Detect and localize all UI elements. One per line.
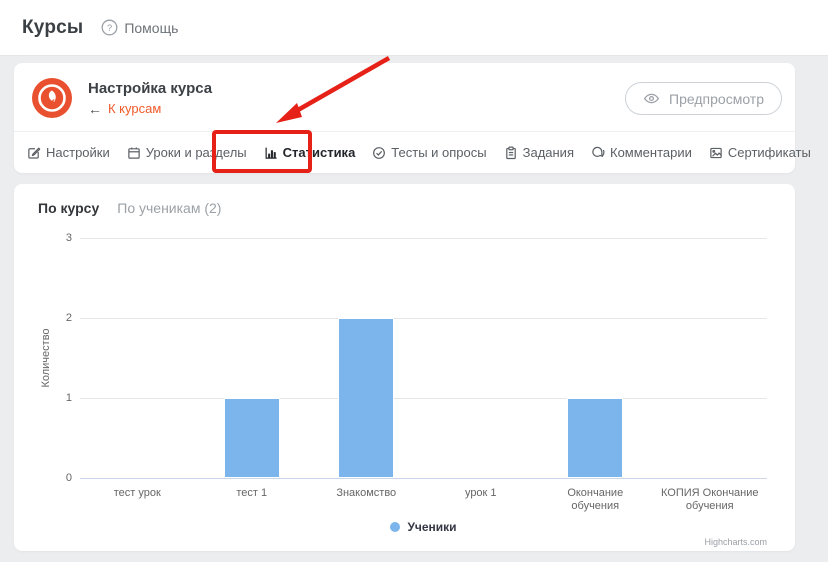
tab-lessons[interactable]: Уроки и разделы xyxy=(127,145,247,160)
top-header: Курсы ? Помощь xyxy=(0,0,828,56)
course-avatar xyxy=(32,78,72,118)
gridline xyxy=(80,478,767,479)
preview-button[interactable]: Предпросмотр xyxy=(625,82,782,115)
bar-chart-icon xyxy=(264,146,278,160)
help-label: Помощь xyxy=(124,20,178,36)
x-category-label: тест урок xyxy=(80,487,195,500)
back-to-courses-link[interactable]: ← К курсам xyxy=(88,101,212,117)
x-category-label: тест 1 xyxy=(195,487,310,500)
y-tick-label: 3 xyxy=(14,232,72,244)
back-link-label: К курсам xyxy=(108,101,161,116)
view-tab-by-students[interactable]: По ученикам (2) xyxy=(117,200,221,216)
course-settings-card: Настройка курса ← К курсам Предпросмотр … xyxy=(14,63,795,173)
y-tick-label: 2 xyxy=(14,312,72,324)
legend-label: Ученики xyxy=(407,520,456,534)
clipboard-icon xyxy=(504,146,518,160)
chart: Количество Ученики Highcharts.com 0 1 2 3 те… xyxy=(14,224,795,549)
preview-label: Предпросмотр xyxy=(669,91,764,107)
x-category-label: КОПИЯ Окончание обучения xyxy=(653,487,768,513)
x-category-label: Окончание обучения xyxy=(538,487,653,513)
gridline xyxy=(80,238,767,239)
course-tab-bar: Настройки Уроки и разделы Статистика xyxy=(14,131,795,173)
svg-text:?: ? xyxy=(107,23,112,34)
back-arrow-icon: ← xyxy=(88,101,102,117)
y-axis-title: Количество xyxy=(40,328,52,387)
legend-item-students[interactable]: Ученики xyxy=(80,520,767,534)
view-tab-by-course[interactable]: По курсу xyxy=(38,200,99,216)
tab-label: Комментарии xyxy=(610,145,692,160)
stats-view-tabs: По курсу По ученикам (2) xyxy=(38,200,221,216)
tab-certificates[interactable]: Сертификаты xyxy=(709,145,811,160)
x-category-label: урок 1 xyxy=(424,487,539,500)
tab-label: Статистика xyxy=(283,145,356,160)
bar-2[interactable] xyxy=(224,398,280,478)
tab-statistics[interactable]: Статистика xyxy=(264,145,356,160)
gridline xyxy=(80,318,767,319)
page-title: Курсы xyxy=(22,17,83,39)
statistics-card: По курсу По ученикам (2) Количество Учен… xyxy=(14,184,795,551)
y-tick-label: 0 xyxy=(14,472,72,484)
tab-settings[interactable]: Настройки xyxy=(27,145,110,160)
y-tick-label: 1 xyxy=(14,392,72,404)
bar-3[interactable] xyxy=(338,318,394,478)
course-title: Настройка курса xyxy=(88,80,212,97)
legend-marker xyxy=(390,522,400,532)
comments-icon xyxy=(591,146,605,160)
highcharts-credit-link[interactable]: Highcharts.com xyxy=(704,537,767,547)
tab-tests[interactable]: Тесты и опросы xyxy=(372,145,486,160)
edit-icon xyxy=(27,146,41,160)
tab-label: Настройки xyxy=(46,145,110,160)
question-circle-icon: ? xyxy=(101,19,118,36)
tab-label: Задания xyxy=(523,145,574,160)
bar-5[interactable] xyxy=(567,398,623,478)
x-category-label: Знакомство xyxy=(309,487,424,500)
check-circle-icon xyxy=(372,146,386,160)
image-icon xyxy=(709,146,723,160)
tab-label: Уроки и разделы xyxy=(146,145,247,160)
calendar-icon xyxy=(127,146,141,160)
help-button[interactable]: ? Помощь xyxy=(101,19,178,36)
tab-label: Сертификаты xyxy=(728,145,811,160)
tab-comments[interactable]: Комментарии xyxy=(591,145,692,160)
gridline xyxy=(80,398,767,399)
tab-label: Тесты и опросы xyxy=(391,145,486,160)
tab-assignments[interactable]: Задания xyxy=(504,145,574,160)
eye-icon xyxy=(643,91,660,106)
